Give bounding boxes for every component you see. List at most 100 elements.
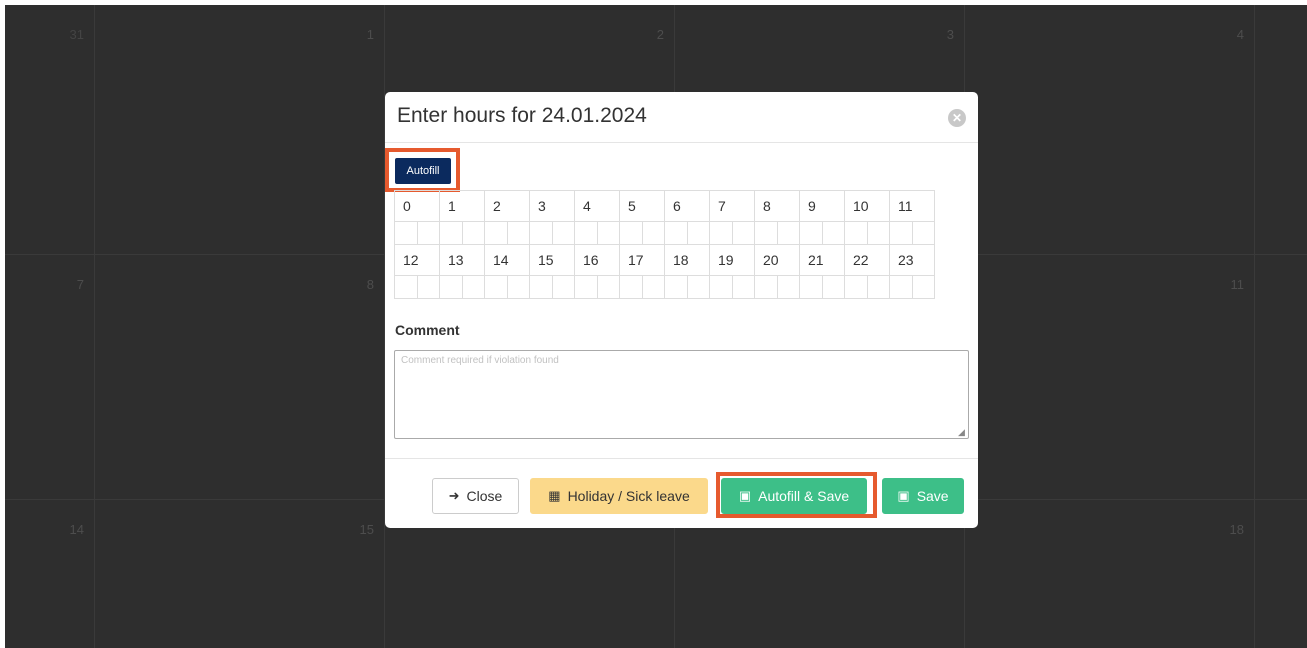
hour-input-cell xyxy=(439,275,485,299)
first-half-hour-slot[interactable] xyxy=(665,276,687,298)
first-half-hour-slot[interactable] xyxy=(620,222,642,244)
hour-input-cell xyxy=(529,221,575,245)
hour-input-cell xyxy=(799,275,845,299)
floppy-disk-icon: ▣ xyxy=(897,488,910,503)
first-half-hour-slot[interactable] xyxy=(530,276,552,298)
comment-textarea[interactable] xyxy=(394,350,969,439)
first-half-hour-slot[interactable] xyxy=(800,276,822,298)
second-half-hour-slot[interactable] xyxy=(641,276,665,298)
holiday-sick-leave-button[interactable]: ▦ Holiday / Sick leave xyxy=(530,478,708,514)
second-half-hour-slot[interactable] xyxy=(551,276,575,298)
save-button[interactable]: ▣ Save xyxy=(882,478,964,514)
hour-half-slots xyxy=(710,276,754,298)
calendar-day[interactable] xyxy=(1255,500,1307,648)
second-half-hour-slot[interactable] xyxy=(551,222,575,244)
second-half-hour-slot[interactable] xyxy=(416,222,440,244)
first-half-hour-slot[interactable] xyxy=(395,276,417,298)
first-half-hour-slot[interactable] xyxy=(755,276,777,298)
hour-half-slots xyxy=(575,276,619,298)
second-half-hour-slot[interactable] xyxy=(461,276,485,298)
close-icon[interactable]: ✕ xyxy=(948,109,966,127)
calendar-day-number: 14 xyxy=(69,522,84,537)
first-half-hour-slot[interactable] xyxy=(890,276,912,298)
hour-input-cell xyxy=(574,221,620,245)
second-half-hour-slot[interactable] xyxy=(416,276,440,298)
second-half-hour-slot[interactable] xyxy=(731,222,755,244)
second-half-hour-slot[interactable] xyxy=(596,222,620,244)
calendar-day[interactable]: 15 xyxy=(95,500,385,648)
first-half-hour-slot[interactable] xyxy=(845,222,867,244)
first-half-hour-slot[interactable] xyxy=(575,222,597,244)
hour-label: 21 xyxy=(808,252,824,268)
first-half-hour-slot[interactable] xyxy=(665,222,687,244)
hour-label: 15 xyxy=(538,252,554,268)
hour-label-cell: 3 xyxy=(529,190,575,222)
second-half-hour-slot[interactable] xyxy=(506,276,530,298)
hour-half-slots xyxy=(485,276,529,298)
calendar-day[interactable]: 4 xyxy=(965,5,1255,255)
calendar-day-number: 15 xyxy=(359,522,374,537)
hour-label-cell: 12 xyxy=(394,244,440,276)
first-half-hour-slot[interactable] xyxy=(620,276,642,298)
hour-label-cell: 0 xyxy=(394,190,440,222)
first-half-hour-slot[interactable] xyxy=(530,222,552,244)
first-half-hour-slot[interactable] xyxy=(890,222,912,244)
first-half-hour-slot[interactable] xyxy=(485,222,507,244)
hour-half-slots xyxy=(665,276,709,298)
second-half-hour-slot[interactable] xyxy=(911,222,935,244)
first-half-hour-slot[interactable] xyxy=(440,276,462,298)
hour-half-slots xyxy=(800,276,844,298)
calendar-day[interactable]: 11 xyxy=(965,255,1255,500)
hour-half-slots xyxy=(620,222,664,244)
hour-half-slots xyxy=(755,222,799,244)
second-half-hour-slot[interactable] xyxy=(866,276,890,298)
second-half-hour-slot[interactable] xyxy=(641,222,665,244)
first-half-hour-slot[interactable] xyxy=(575,276,597,298)
first-half-hour-slot[interactable] xyxy=(710,276,732,298)
hour-label: 23 xyxy=(898,252,914,268)
second-half-hour-slot[interactable] xyxy=(911,276,935,298)
hour-half-slots xyxy=(665,222,709,244)
hour-input-cell xyxy=(889,221,935,245)
hour-label-cell: 2 xyxy=(484,190,530,222)
second-half-hour-slot[interactable] xyxy=(776,276,800,298)
second-half-hour-slot[interactable] xyxy=(596,276,620,298)
second-half-hour-slot[interactable] xyxy=(821,222,845,244)
first-half-hour-slot[interactable] xyxy=(755,222,777,244)
calendar-day[interactable] xyxy=(1255,5,1307,255)
calendar-day[interactable]: 31 xyxy=(5,5,95,255)
second-half-hour-slot[interactable] xyxy=(776,222,800,244)
hour-label: 4 xyxy=(583,198,591,214)
hour-input-cell xyxy=(709,275,755,299)
second-half-hour-slot[interactable] xyxy=(866,222,890,244)
calendar-day[interactable]: 14 xyxy=(5,500,95,648)
autofill-save-button[interactable]: ▣ Autofill & Save xyxy=(721,478,867,514)
hour-label: 10 xyxy=(853,198,869,214)
resize-grip-icon[interactable]: ◢ xyxy=(958,428,967,437)
calendar-day[interactable]: 8 xyxy=(95,255,385,500)
calendar-day-number: 8 xyxy=(366,277,374,292)
first-half-hour-slot[interactable] xyxy=(710,222,732,244)
hour-input-cell xyxy=(754,221,800,245)
first-half-hour-slot[interactable] xyxy=(485,276,507,298)
second-half-hour-slot[interactable] xyxy=(686,222,710,244)
second-half-hour-slot[interactable] xyxy=(506,222,530,244)
first-half-hour-slot[interactable] xyxy=(440,222,462,244)
autofill-button[interactable]: Autofill xyxy=(394,157,452,185)
first-half-hour-slot[interactable] xyxy=(800,222,822,244)
second-half-hour-slot[interactable] xyxy=(461,222,485,244)
calendar-day[interactable]: 7 xyxy=(5,255,95,500)
second-half-hour-slot[interactable] xyxy=(686,276,710,298)
second-half-hour-slot[interactable] xyxy=(731,276,755,298)
autofill-save-button-label: Autofill & Save xyxy=(758,488,850,504)
hour-label-cell: 14 xyxy=(484,244,530,276)
close-button[interactable]: ➜ Close xyxy=(432,478,519,514)
first-half-hour-slot[interactable] xyxy=(845,276,867,298)
second-half-hour-slot[interactable] xyxy=(821,276,845,298)
hour-half-slots xyxy=(755,276,799,298)
hour-label: 5 xyxy=(628,198,636,214)
calendar-day[interactable]: 1 xyxy=(95,5,385,255)
calendar-day[interactable] xyxy=(1255,255,1307,500)
first-half-hour-slot[interactable] xyxy=(395,222,417,244)
calendar-day[interactable]: 18 xyxy=(965,500,1255,648)
